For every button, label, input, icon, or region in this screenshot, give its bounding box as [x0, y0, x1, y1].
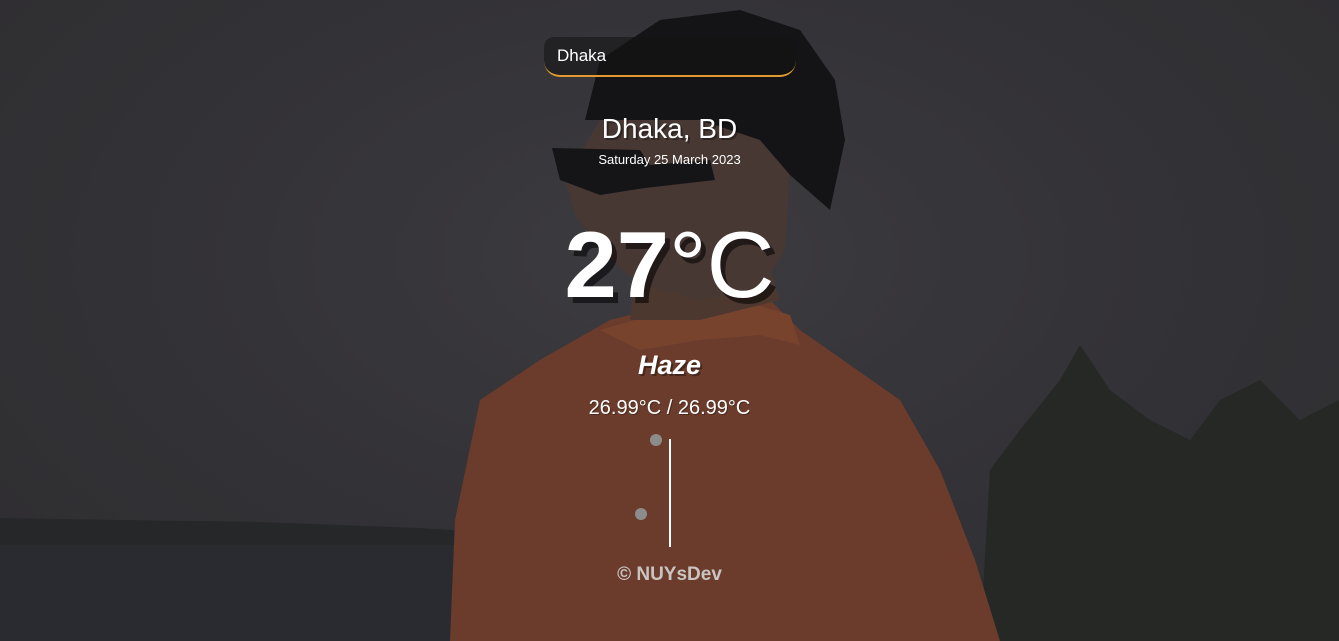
location-name: Dhaka, BD	[601, 113, 738, 144]
temperature-value: 27	[564, 212, 670, 317]
temperature: 27°C	[0, 210, 1339, 320]
hi-low-temperature: 26.99°C / 26.99°C	[588, 397, 751, 419]
current-date: Saturday 25 March 2023	[598, 152, 741, 167]
search-input[interactable]	[544, 37, 796, 77]
weather-condition: Haze	[637, 350, 702, 380]
weather-app: Dhaka, BD Saturday 25 March 2023 27°C Ha…	[0, 0, 1339, 641]
temperature-unit: °C	[669, 212, 775, 317]
vertical-divider	[669, 439, 671, 547]
footer-credit: © NUYsDev	[617, 564, 722, 585]
